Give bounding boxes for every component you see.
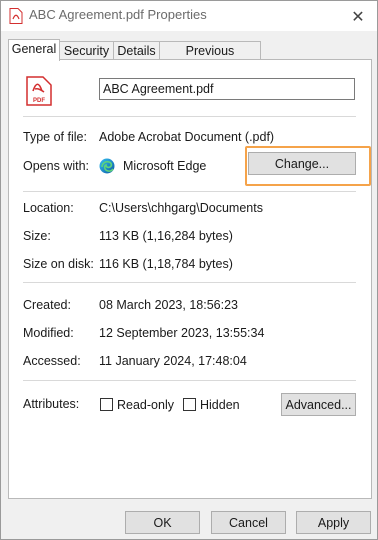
pdf-document-icon: PDF xyxy=(26,76,52,106)
size-on-disk-label: Size on disk: xyxy=(23,257,94,271)
tab-details[interactable]: Details xyxy=(113,41,160,60)
edge-icon xyxy=(99,158,115,174)
accessed-label: Accessed: xyxy=(23,354,81,368)
hidden-label[interactable]: Hidden xyxy=(200,398,240,412)
tab-security[interactable]: Security xyxy=(59,41,114,60)
location-label: Location: xyxy=(23,201,74,215)
title-bar: ABC Agreement.pdf Properties ✕ xyxy=(1,1,377,31)
modified-value: 12 September 2023, 13:55:34 xyxy=(99,326,265,340)
change-button[interactable]: Change... xyxy=(248,152,356,175)
opens-with-value: Microsoft Edge xyxy=(123,159,207,173)
size-label: Size: xyxy=(23,229,51,243)
filename-field[interactable]: ABC Agreement.pdf xyxy=(99,78,355,100)
accessed-value: 11 January 2024, 17:48:04 xyxy=(99,354,247,368)
hidden-checkbox[interactable] xyxy=(183,398,196,411)
location-value: C:\Users\chhgarg\Documents xyxy=(99,201,263,215)
apply-button[interactable]: Apply xyxy=(296,511,371,534)
tab-general[interactable]: General xyxy=(8,39,60,61)
created-value: 08 March 2023, 18:56:23 xyxy=(99,298,238,312)
divider xyxy=(23,380,356,381)
created-label: Created: xyxy=(23,298,71,312)
type-of-file-value: Adobe Acrobat Document (.pdf) xyxy=(99,130,275,144)
properties-dialog: ABC Agreement.pdf Properties ✕ General S… xyxy=(0,0,378,540)
window-title: ABC Agreement.pdf Properties xyxy=(29,7,207,22)
ok-button[interactable]: OK xyxy=(125,511,200,534)
modified-label: Modified: xyxy=(23,326,74,340)
divider xyxy=(23,282,356,283)
opens-with-label: Opens with: xyxy=(23,159,90,173)
general-panel: PDF ABC Agreement.pdf Type of file: Adob… xyxy=(8,59,372,499)
size-value: 113 KB (1,16,284 bytes) xyxy=(99,229,233,243)
readonly-checkbox[interactable] xyxy=(100,398,113,411)
size-on-disk-value: 116 KB (1,18,784 bytes) xyxy=(99,257,233,271)
readonly-label[interactable]: Read-only xyxy=(117,398,174,412)
close-icon: ✕ xyxy=(351,6,365,26)
divider xyxy=(23,191,356,192)
tab-previous-versions[interactable]: Previous Versions xyxy=(159,41,261,76)
divider xyxy=(23,116,356,117)
close-button[interactable]: ✕ xyxy=(345,3,371,29)
cancel-button[interactable]: Cancel xyxy=(211,511,286,534)
advanced-button[interactable]: Advanced... xyxy=(281,393,356,416)
pdf-file-icon xyxy=(9,8,23,24)
attributes-label: Attributes: xyxy=(23,397,80,411)
pdf-icon-text: PDF xyxy=(33,98,45,104)
type-of-file-label: Type of file: xyxy=(23,130,87,144)
